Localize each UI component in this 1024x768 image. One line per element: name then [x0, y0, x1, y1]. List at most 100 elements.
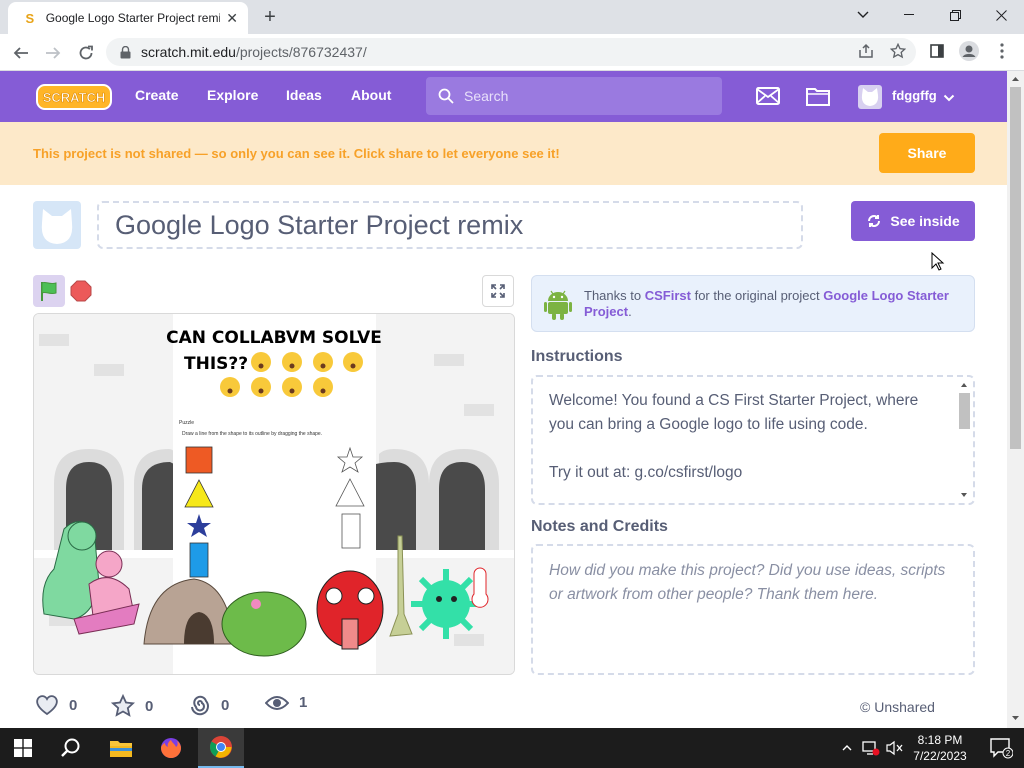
stage-card-title-line1: CAN COLLABVM SOLVE: [166, 328, 382, 348]
fullscreen-button[interactable]: [482, 275, 514, 307]
green-flag-button[interactable]: [33, 275, 65, 307]
svg-text:SCRATCH: SCRATCH: [43, 90, 106, 105]
instructions-line1: Welcome! You found a CS First Starter Pr…: [549, 392, 919, 433]
share-page-icon[interactable]: [855, 40, 877, 62]
messages-icon[interactable]: [755, 85, 781, 107]
nav-about[interactable]: About: [351, 87, 391, 103]
nav-create[interactable]: Create: [135, 87, 179, 103]
instructions-scrollbar[interactable]: [957, 378, 971, 502]
love-stat[interactable]: 0: [35, 694, 77, 716]
lock-icon: [120, 45, 131, 59]
clock-date: 7/22/2023: [913, 749, 967, 763]
page-scrollbar-thumb[interactable]: [1010, 87, 1021, 449]
banner-message: This project is not shared — so only you…: [33, 146, 560, 161]
minimize-button[interactable]: [886, 0, 932, 30]
address-bar[interactable]: scratch.mit.edu/projects/876732437/: [106, 38, 916, 66]
remix-prefix: Thanks to: [584, 288, 642, 303]
views-count: 1: [299, 694, 308, 711]
notes-heading: Notes and Credits: [531, 518, 668, 535]
views-stat: 1: [265, 694, 307, 711]
instructions-heading: Instructions: [531, 348, 623, 365]
bookmark-star-icon[interactable]: [887, 40, 909, 62]
notification-count: 2: [1006, 749, 1011, 758]
blue-rectangle-shape[interactable]: [189, 542, 209, 578]
username[interactable]: fdggffg: [892, 88, 937, 103]
url-host: scratch.mit.edu: [141, 44, 236, 60]
remix-arrows-icon: [866, 213, 882, 229]
file-explorer-icon[interactable]: [98, 728, 144, 768]
remix-author-link[interactable]: CSFirst: [645, 288, 691, 303]
browser-tab[interactable]: S Google Logo Starter Project remix ✕: [8, 2, 248, 34]
remix-credit-text: Thanks to CSFirst for the original proje…: [584, 288, 964, 320]
search-placeholder: Search: [464, 88, 509, 104]
tab-title: Google Logo Starter Project remix: [45, 11, 221, 25]
project-title-input[interactable]: Google Logo Starter Project remix: [97, 201, 803, 249]
search-input[interactable]: Search: [426, 77, 722, 115]
network-disconnected-icon[interactable]: [860, 728, 882, 768]
favorite-count: 0: [145, 697, 154, 715]
remix-middle: for the original project: [694, 288, 820, 303]
green-bush: [221, 591, 307, 657]
eye-icon: [265, 695, 289, 711]
chrome-taskbar-icon[interactable]: [198, 728, 244, 768]
taskbar-search-icon[interactable]: [48, 728, 94, 768]
see-inside-label: See inside: [890, 213, 960, 229]
sharing-status: © Unshared: [860, 699, 935, 715]
tab-close-icon[interactable]: ✕: [224, 10, 240, 26]
not-shared-banner: This project is not shared — so only you…: [0, 122, 1007, 185]
url-path: /projects/876732437/: [235, 44, 367, 60]
search-icon: [438, 88, 454, 104]
scratch-logo[interactable]: SCRATCH: [36, 83, 112, 111]
volume-muted-icon[interactable]: [884, 728, 906, 768]
my-stuff-folder-icon[interactable]: [805, 85, 831, 107]
love-count: 0: [69, 696, 78, 714]
stage-card-title-line2: THIS??: [184, 354, 248, 374]
sharing-status-text: Unshared: [874, 699, 935, 715]
scratch-favicon-icon: S: [25, 10, 35, 26]
notes-credits-textarea[interactable]: How did you make this project? Did you u…: [531, 544, 975, 675]
project-stage[interactable]: CAN COLLABVM SOLVE THIS?? Puzzle Draw a …: [33, 313, 515, 675]
stage-card-small-label: Puzzle: [179, 420, 194, 426]
reload-button[interactable]: [73, 40, 99, 66]
user-avatar[interactable]: [858, 85, 882, 109]
account-dropdown-icon[interactable]: [943, 89, 955, 107]
nav-explore[interactable]: Explore: [207, 87, 258, 103]
taskbar-clock[interactable]: 8:18 PM 7/22/2023: [908, 732, 972, 764]
close-window-button[interactable]: [978, 0, 1024, 30]
share-button[interactable]: Share: [879, 133, 975, 173]
side-panel-icon[interactable]: [926, 40, 948, 62]
tab-search-chevron-icon[interactable]: [840, 0, 886, 30]
favorite-stat[interactable]: 0: [111, 694, 153, 718]
project-author-avatar[interactable]: [33, 201, 81, 249]
remix-suffix: .: [628, 304, 632, 319]
windows-start-icon[interactable]: [0, 728, 46, 768]
forward-button[interactable]: [40, 40, 66, 66]
chrome-menu-icon[interactable]: [991, 40, 1013, 62]
remix-count: 0: [221, 696, 230, 714]
stop-button[interactable]: [69, 279, 93, 303]
page-scrollbar[interactable]: [1007, 71, 1024, 728]
nav-ideas[interactable]: Ideas: [286, 87, 322, 103]
tray-overflow-chevron-icon[interactable]: [836, 728, 858, 768]
clock-time: 8:18 PM: [917, 733, 963, 747]
remix-credit-box: Thanks to CSFirst for the original proje…: [531, 275, 975, 332]
firefox-icon[interactable]: [148, 728, 194, 768]
heart-icon: [35, 694, 59, 716]
mouse-cursor-icon: [931, 251, 945, 277]
windows-taskbar: 8:18 PM 7/22/2023 2: [0, 728, 1024, 768]
star-icon: [111, 694, 135, 718]
restore-button[interactable]: [932, 0, 978, 30]
remix-spiral-icon: [189, 694, 211, 716]
profile-avatar-icon[interactable]: [958, 40, 980, 62]
orange-square-shape[interactable]: [185, 446, 213, 474]
stage-card-instructions: Draw a line from the shape to its outlin…: [182, 431, 322, 437]
remix-stat: 0: [189, 694, 229, 716]
back-button[interactable]: [8, 40, 34, 66]
instructions-textarea[interactable]: Welcome! You found a CS First Starter Pr…: [531, 375, 975, 505]
instructions-line2: Try it out at: g.co/csfirst/logo: [549, 464, 743, 481]
see-inside-button[interactable]: See inside: [851, 201, 975, 241]
notification-center-icon[interactable]: 2: [978, 728, 1024, 768]
scratch-navbar: SCRATCH Create Explore Ideas About Searc…: [0, 71, 1007, 122]
browser-toolbar: scratch.mit.edu/projects/876732437/: [0, 34, 1024, 71]
new-tab-button[interactable]: +: [258, 6, 282, 30]
